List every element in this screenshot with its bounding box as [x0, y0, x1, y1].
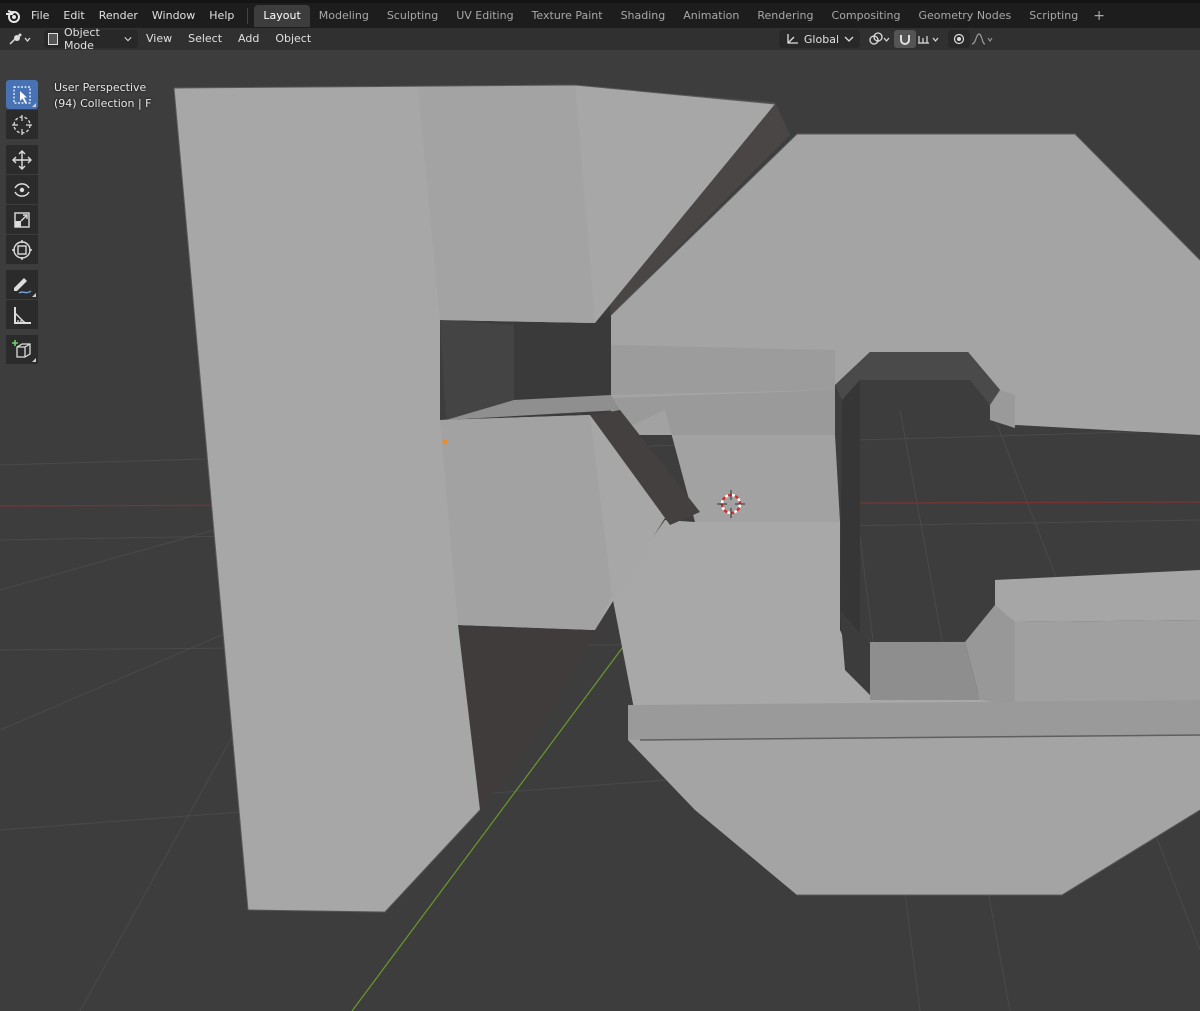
menu-add[interactable]: Add: [230, 30, 267, 48]
tool-options-indicator: [32, 293, 36, 297]
tool-shelf: [6, 80, 38, 365]
tool-scale[interactable]: [6, 205, 38, 234]
falloff-curve-icon: [971, 33, 993, 45]
measure-ruler-icon: [14, 306, 31, 324]
tab-scripting[interactable]: Scripting: [1020, 5, 1087, 27]
scale-icon: [14, 211, 30, 228]
move-icon: [12, 149, 32, 170]
tab-rendering[interactable]: Rendering: [748, 5, 822, 27]
tab-layout[interactable]: Layout: [254, 4, 310, 27]
tab-uv-editing[interactable]: UV Editing: [447, 5, 522, 27]
menu-window[interactable]: Window: [145, 5, 202, 27]
tool-cursor[interactable]: [6, 110, 38, 139]
tab-geometry-nodes[interactable]: Geometry Nodes: [909, 5, 1020, 27]
mode-label: Object Mode: [63, 26, 100, 52]
mode-dropdown[interactable]: Object Mode: [44, 26, 138, 52]
main-menu: File Edit Render Window Help: [24, 5, 241, 27]
menu-render[interactable]: Render: [92, 5, 145, 27]
menu-divider: [247, 7, 249, 24]
chevron-down-icon: [124, 37, 132, 42]
annotate-pencil-icon: [14, 277, 32, 294]
viewport-header: Object Mode View Select Add Object Globa…: [0, 26, 1200, 52]
add-workspace-button[interactable]: +: [1087, 5, 1111, 27]
tool-transform[interactable]: [6, 235, 38, 264]
tab-animation[interactable]: Animation: [674, 5, 748, 27]
editor-type-icon: [9, 33, 31, 45]
tool-options-indicator: [32, 358, 36, 362]
tool-annotate[interactable]: [6, 270, 38, 299]
transform-orientation-dropdown[interactable]: Global: [778, 30, 860, 48]
menu-view[interactable]: View: [138, 30, 180, 48]
blender-logo-icon[interactable]: [2, 5, 24, 27]
view-name: User Perspective: [54, 81, 147, 94]
editor-type-button[interactable]: [6, 30, 38, 48]
tool-measure[interactable]: [6, 300, 38, 329]
tab-texture-paint[interactable]: Texture Paint: [523, 5, 612, 27]
tool-rotate[interactable]: [6, 175, 38, 204]
cursor-icon: [12, 114, 32, 135]
menu-select[interactable]: Select: [180, 30, 230, 48]
add-cube-icon: [12, 339, 31, 358]
rotate-icon: [14, 182, 30, 197]
proportional-editing-icon: [953, 33, 965, 45]
select-box-icon: [13, 85, 31, 104]
orientation-label: Global: [803, 32, 839, 46]
workspace-tabs: Layout Modeling Sculpting UV Editing Tex…: [254, 4, 1111, 27]
pivot-point-button[interactable]: [866, 30, 894, 48]
top-bar: File Edit Render Window Help Layout Mode…: [0, 0, 1200, 28]
object-origin-dot[interactable]: [442, 439, 448, 445]
menu-object[interactable]: Object: [267, 30, 319, 48]
collection-info: (94) Collection | F: [54, 97, 152, 110]
tool-move[interactable]: [6, 145, 38, 174]
snap-toggle[interactable]: [894, 30, 916, 48]
snap-target-dropdown[interactable]: [916, 30, 942, 48]
proportional-editing-toggle[interactable]: [948, 30, 970, 48]
tool-add-cube[interactable]: [6, 335, 38, 364]
menu-file[interactable]: File: [24, 5, 56, 27]
tab-shading[interactable]: Shading: [612, 5, 675, 27]
menu-help[interactable]: Help: [202, 5, 241, 27]
tool-select-box[interactable]: [6, 80, 38, 109]
menu-edit[interactable]: Edit: [56, 5, 91, 27]
snap-increment-icon: [918, 36, 939, 44]
object-mode-icon: [48, 33, 58, 45]
chevron-down-icon: [844, 36, 854, 42]
pivot-icon: [869, 32, 890, 45]
3d-viewport[interactable]: [0, 50, 1200, 1011]
viewport-info: User Perspective (94) Collection | F: [54, 80, 152, 112]
tab-compositing[interactable]: Compositing: [823, 5, 910, 27]
orientation-icon: [787, 34, 798, 44]
transform-icon: [12, 239, 32, 260]
tab-modeling[interactable]: Modeling: [310, 5, 378, 27]
falloff-dropdown[interactable]: [970, 30, 996, 48]
tool-options-indicator: [32, 103, 36, 107]
magnet-icon: [900, 35, 910, 45]
tab-sculpting[interactable]: Sculpting: [378, 5, 447, 27]
